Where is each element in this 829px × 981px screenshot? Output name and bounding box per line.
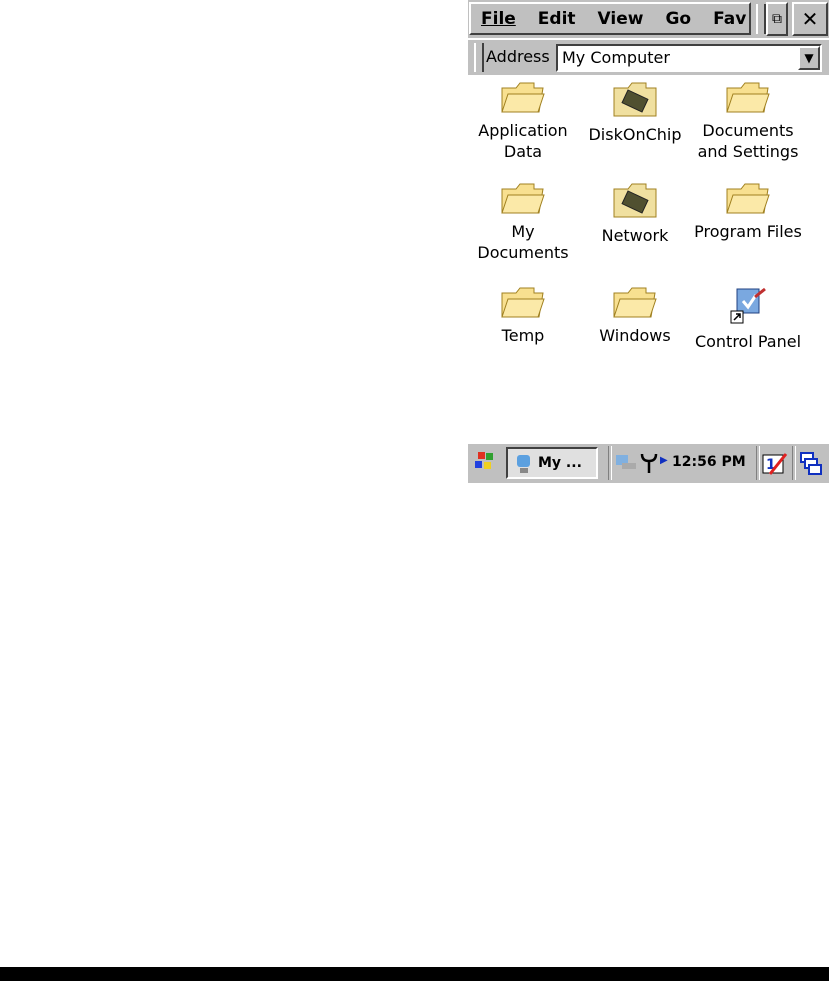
divider xyxy=(756,446,760,480)
item-temp[interactable]: Temp xyxy=(467,285,579,346)
task-my-computer[interactable]: My ... xyxy=(506,447,598,479)
menu-bar: File Edit View Go Fav ⧉ ✕ xyxy=(468,0,829,38)
divider xyxy=(792,446,796,480)
item-program-files[interactable]: Program Files xyxy=(692,181,804,242)
menu-view[interactable]: View xyxy=(598,4,644,33)
folder-icon xyxy=(726,183,770,214)
windows-cursor-icon: ⧉ xyxy=(772,11,782,27)
switch-windows-icon[interactable] xyxy=(800,452,824,476)
item-diskonchip[interactable]: DiskOnChip xyxy=(579,80,691,145)
item-label: Application Data xyxy=(478,121,568,161)
network-icon[interactable] xyxy=(614,453,638,473)
clock[interactable]: 12:56 PM xyxy=(672,454,746,470)
address-bar: Address My Computer ▼ xyxy=(468,40,829,75)
task-label: My ... xyxy=(538,455,582,471)
windows-logo-icon xyxy=(475,452,493,469)
taskbar: My ... ▶ 12:56 PM 1 xyxy=(468,443,829,483)
toolbar-grip[interactable] xyxy=(756,4,766,34)
folder-icon xyxy=(726,82,770,113)
menu-edit[interactable]: Edit xyxy=(538,4,576,33)
item-label: Documents and Settings xyxy=(697,121,799,161)
item-network[interactable]: Network xyxy=(579,181,691,246)
folder-icon xyxy=(613,287,657,318)
menu-favorites[interactable]: Fav xyxy=(713,4,746,33)
close-icon: ✕ xyxy=(801,7,819,31)
item-label: Network xyxy=(601,226,669,245)
start-button[interactable] xyxy=(472,450,498,476)
item-control-panel[interactable]: Control Panel xyxy=(692,285,804,352)
item-label: Windows xyxy=(599,326,671,345)
folder-icon xyxy=(501,183,545,214)
address-dropdown-button[interactable]: ▼ xyxy=(798,46,820,70)
menu-file[interactable]: File xyxy=(481,4,516,33)
address-input[interactable]: My Computer ▼ xyxy=(556,44,822,72)
storage-card-icon xyxy=(613,183,657,218)
menu-items: File Edit View Go Fav xyxy=(469,2,751,35)
divider xyxy=(608,446,612,480)
item-label: DiskOnChip xyxy=(588,125,682,144)
item-label: Program Files xyxy=(694,222,802,241)
menu-go[interactable]: Go xyxy=(665,4,691,33)
item-windows[interactable]: Windows xyxy=(579,285,691,346)
address-value: My Computer xyxy=(562,48,670,67)
storage-card-icon xyxy=(613,82,657,117)
item-documents-and-settings[interactable]: Documents and Settings xyxy=(692,80,804,162)
item-label: Control Panel xyxy=(694,332,802,351)
computer-icon xyxy=(517,455,530,473)
item-my-documents[interactable]: My Documents xyxy=(467,181,579,263)
item-label: Temp xyxy=(501,326,545,345)
control-panel-shortcut-icon xyxy=(730,287,766,324)
address-label: Address xyxy=(486,47,550,66)
bottom-border xyxy=(0,967,829,981)
close-button[interactable]: ✕ xyxy=(792,2,828,36)
folder-icon xyxy=(501,287,545,318)
item-label: My Documents xyxy=(477,222,569,262)
view-toggle-button[interactable]: ⧉ xyxy=(766,2,788,36)
input-panel-icon[interactable]: 1 xyxy=(762,452,788,476)
folder-icon xyxy=(501,82,545,113)
item-application-data[interactable]: Application Data xyxy=(467,80,579,162)
expand-tray-icon[interactable]: ▶ xyxy=(660,455,668,466)
signal-antenna-icon[interactable] xyxy=(640,452,658,474)
address-grip[interactable] xyxy=(474,43,484,72)
chevron-down-icon: ▼ xyxy=(804,51,814,65)
